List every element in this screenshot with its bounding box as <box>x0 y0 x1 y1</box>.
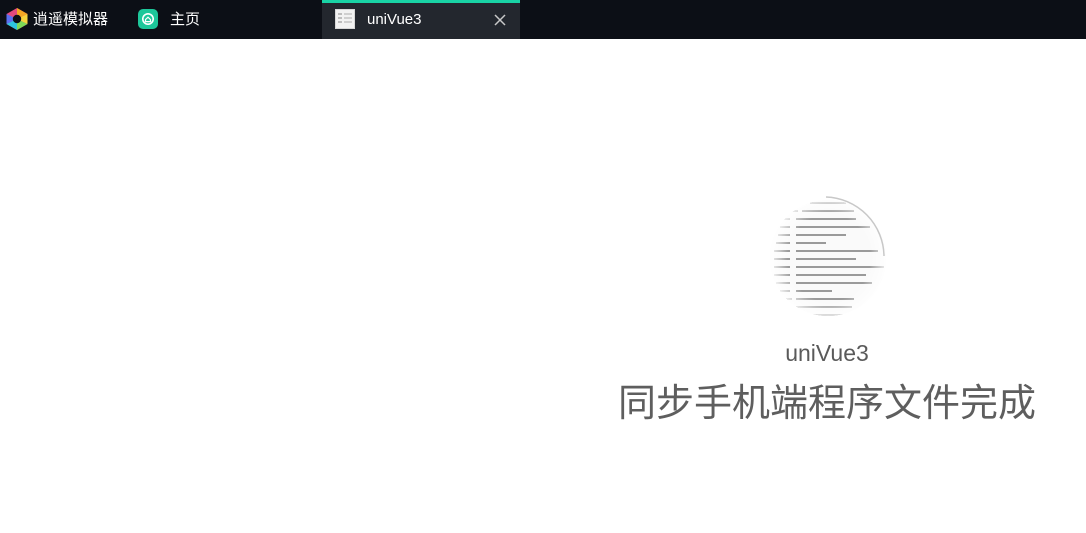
tab-univue3[interactable]: uniVue3 <box>322 0 520 39</box>
document-icon <box>335 9 355 29</box>
tab-univue3-label: uniVue3 <box>367 11 422 28</box>
app-splash-icon <box>770 196 886 316</box>
tab-home[interactable]: 主页 <box>130 0 320 39</box>
active-tab-indicator <box>322 0 520 3</box>
sync-status-text: 同步手机端程序文件完成 <box>617 383 1036 425</box>
app-logo-icon <box>6 8 28 30</box>
app-title: 逍遥模拟器 <box>33 11 109 28</box>
tab-home-label: 主页 <box>170 11 201 28</box>
title-bar: 逍遥模拟器 主页 uniVue3 <box>0 0 1086 39</box>
home-icon <box>138 9 158 29</box>
app-name: uniVue3 <box>785 340 869 366</box>
close-icon[interactable] <box>492 12 508 28</box>
